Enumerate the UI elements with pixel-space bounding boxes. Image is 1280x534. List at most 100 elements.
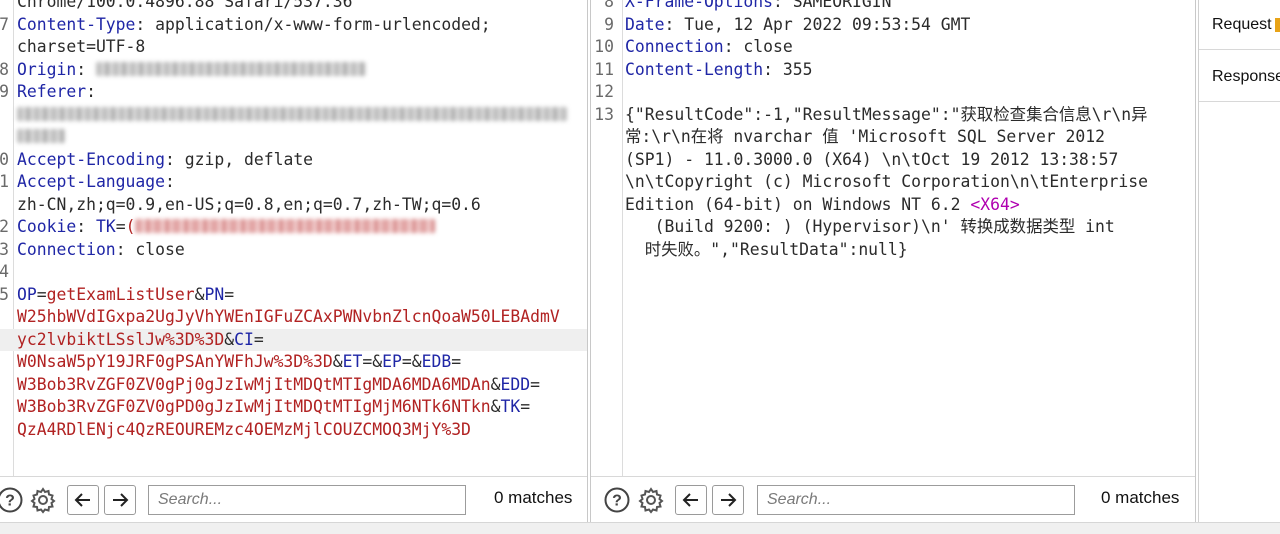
code-token: =& (401, 352, 422, 371)
code-line: 13 {"ResultCode":-1,"ResultMessage":"获取检查… (591, 104, 1195, 127)
status-strip (0, 522, 1280, 534)
response-editor[interactable]: 8 X-Frame-Options: SAMEORIGIN 9 Date: Tue, … (591, 0, 1195, 476)
line-text: W3Bob3RvZGF0ZV0gPD0gJzIwMjItMDQtMTIgMjM6… (17, 396, 530, 419)
next-match-button[interactable] (104, 485, 136, 515)
code-token: : SAMEORIGIN (773, 0, 892, 11)
code-token: & (194, 284, 205, 304)
line-number: 12 (594, 82, 614, 101)
code-token: \n\tCopyright (c) Microsoft Corporation\… (625, 172, 1149, 191)
code-token: W3Bob3RvZGF0ZV0gPD0gJzIwMjItMDQtMTIgMjM6… (17, 397, 491, 416)
code-token: : gzip, deflate (165, 149, 314, 169)
code-token: Connection (625, 37, 724, 56)
previous-match-button[interactable] (675, 485, 707, 515)
code-token: : Tue, 12 Apr 2022 09:53:54 GMT (664, 14, 971, 34)
line-text: {"ResultCode":-1,"ResultMessage":"获取检查集合… (625, 104, 1148, 127)
line-text: zh-CN,zh;q=0.9,en-US;q=0.8,en;q=0.7,zh-T… (17, 194, 481, 217)
line-number: 8 (0, 59, 9, 79)
line-text: 常:\r\n在将 nvarchar 值 'Microsoft SQL Serve… (625, 126, 1105, 149)
line-number: 1 (0, 172, 9, 191)
response-search-input[interactable] (757, 485, 1075, 515)
help-icon[interactable]: ? (0, 486, 24, 514)
line-number: 7 (0, 14, 9, 34)
code-token: : 355 (763, 59, 813, 79)
previous-match-button[interactable] (67, 485, 99, 515)
response-match-count: 0 matches (1101, 488, 1180, 507)
code-line: 3 Connection: close (0, 239, 587, 262)
line-text: yc2lvbiktLSslJw%3D%3D&CI= (17, 329, 264, 352)
line-text: Origin: (17, 59, 366, 82)
code-line: 9 Referer: (0, 81, 587, 104)
line-text: W3Bob3RvZGF0ZV0gPj0gJzIwMjItMDQtMTIgMDA6… (17, 374, 540, 397)
code-token: & (332, 352, 343, 371)
code-token: CI (234, 329, 254, 349)
code-line: 1 Accept-Language: (0, 171, 587, 194)
line-number: 9 (604, 14, 614, 34)
request-pane: Chrome/100.0.4896.88 Safari/537.36 7 Conte… (0, 0, 588, 522)
line-text: QzA4RDlENjc4QzREOUREMzc4OEMzMjlCOUZCMOQ3… (17, 419, 471, 442)
code-line: W3Bob3RvZGF0ZV0gPD0gJzIwMjItMDQtMTIgMjM6… (0, 396, 587, 419)
code-token: EDD (500, 374, 531, 394)
code-token: : application/x-www-form-urlencoded; (135, 14, 491, 34)
line-number: 0 (0, 149, 9, 169)
code-token: <X64> (970, 194, 1020, 214)
code-token: EP (382, 352, 402, 371)
code-token: & (224, 329, 235, 349)
line-text: Accept-Encoding: gzip, deflate (17, 149, 313, 172)
code-line: 9 Date: Tue, 12 Apr 2022 09:53:54 GMT (591, 14, 1195, 37)
redacted-text (135, 219, 436, 233)
code-token: : close (723, 37, 793, 56)
code-token: Content-Type (17, 14, 136, 34)
tab-response[interactable]: Response (1199, 52, 1280, 102)
request-editor[interactable]: Chrome/100.0.4896.88 Safari/537.36 7 Conte… (0, 0, 587, 476)
line-number: 8 (604, 0, 614, 11)
code-line: Chrome/100.0.4896.88 Safari/537.36 (0, 0, 587, 14)
request-search-input[interactable] (148, 485, 466, 515)
code-line: 12 (591, 81, 1195, 104)
redacted-text (95, 61, 366, 76)
line-text: (SP1) - 11.0.3000.0 (X64) \n\tOct 19 201… (625, 149, 1118, 172)
response-search-toolbar: ? 0 matches (591, 476, 1195, 522)
next-match-button[interactable] (712, 485, 744, 515)
line-text: Referer: (17, 81, 96, 104)
arrow-left-icon (682, 493, 698, 507)
line-text: Cookie: TK=( (17, 216, 436, 239)
code-line: 时失败。","ResultData":null} (591, 239, 1195, 262)
response-pane: 8 X-Frame-Options: SAMEORIGIN 9 Date: Tue, … (590, 0, 1196, 522)
help-icon[interactable]: ? (603, 486, 631, 514)
line-text: X-Frame-Options: SAMEORIGIN (625, 0, 891, 14)
tab-response-label: Response (1212, 68, 1280, 85)
code-token: charset=UTF-8 (17, 37, 146, 56)
code-token: = (520, 397, 531, 416)
request-search-toolbar: ? 0 matches (0, 476, 587, 522)
line-number: 9 (0, 82, 9, 101)
code-token: TK (95, 217, 116, 236)
code-token: = (451, 352, 462, 371)
redacted-text (17, 106, 567, 121)
line-number: 5 (0, 284, 9, 304)
code-token: : (86, 82, 96, 101)
code-token: Referer (17, 82, 87, 101)
line-text (17, 126, 65, 149)
line-text: Content-Length: 355 (625, 59, 813, 82)
tab-request-label: Request (1212, 16, 1272, 33)
code-token: : (76, 217, 96, 236)
line-text: W25hbWVdIGxpa2UgJyVhYWEnIGFuZCAxPWNvbnZl… (17, 306, 560, 329)
code-token: yc2lvbiktLSslJw%3D%3D (17, 329, 225, 349)
line-number: 10 (594, 37, 614, 56)
gear-icon[interactable] (637, 486, 665, 514)
tab-request[interactable]: Request (1199, 0, 1280, 50)
line-number: 2 (0, 217, 9, 236)
code-token: Accept-Language (17, 172, 166, 191)
gear-icon[interactable] (29, 486, 57, 514)
line-text: \n\tCopyright (c) Microsoft Corporation\… (625, 171, 1148, 194)
code-token: Date (625, 14, 665, 34)
line-text: (Build 9200: ) (Hypervisor)\n' 转换成数据类型 i… (625, 216, 1115, 239)
code-token: PN (204, 284, 225, 304)
code-token: OP (17, 284, 37, 304)
line-number: 4 (0, 262, 9, 281)
line-text: Content-Type: application/x-www-form-url… (17, 14, 491, 37)
code-token: (SP1) - 11.0.3000.0 (X64) \n\tOct 19 201… (625, 149, 1119, 169)
code-line: zh-CN,zh;q=0.9,en-US;q=0.8,en;q=0.7,zh-T… (0, 194, 587, 217)
code-line: yc2lvbiktLSslJw%3D%3D&CI= (0, 328, 587, 352)
code-line: 5 OP=getExamListUser&PN= (0, 284, 587, 307)
